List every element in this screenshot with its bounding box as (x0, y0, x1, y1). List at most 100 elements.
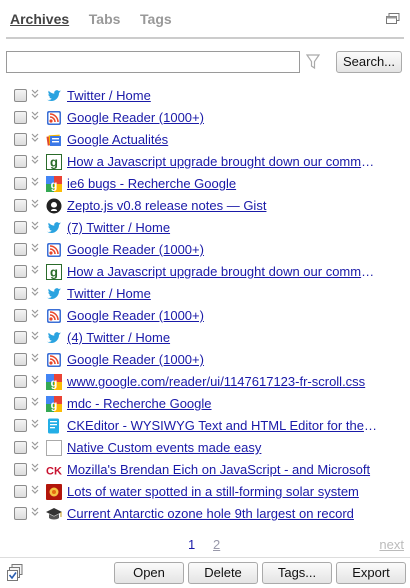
svg-text:g: g (51, 378, 58, 390)
expand-chevron-icon[interactable] (30, 462, 40, 474)
expand-chevron-icon[interactable] (30, 176, 40, 188)
page-2-link[interactable]: 2 (213, 537, 220, 552)
tab-bar: Archives Tabs Tags (10, 11, 402, 31)
item-link[interactable]: (7) Twitter / Home (67, 220, 379, 236)
popout-window-icon[interactable] (386, 13, 400, 25)
google-search-icon: g (46, 396, 62, 412)
delete-button[interactable]: Delete (188, 562, 258, 584)
item-link[interactable]: Mozilla's Brendan Eich on JavaScript - a… (67, 462, 379, 478)
item-link[interactable]: mdc - Recherche Google (67, 396, 379, 412)
item-checkbox[interactable] (14, 507, 27, 520)
expand-chevron-icon[interactable] (30, 440, 40, 452)
twitter-icon (46, 88, 62, 104)
item-link[interactable]: Google Reader (1000+) (67, 110, 379, 126)
tab-tags[interactable]: Tags (140, 11, 172, 27)
list-item: Twitter / Home (0, 283, 410, 305)
g-letter-icon: g (46, 154, 62, 170)
item-checkbox[interactable] (14, 397, 27, 410)
item-link[interactable]: Google Actualités (67, 132, 379, 148)
expand-chevron-icon[interactable] (30, 198, 40, 210)
filter-icon[interactable] (306, 54, 320, 70)
expand-chevron-icon[interactable] (30, 286, 40, 298)
item-checkbox[interactable] (14, 177, 27, 190)
item-link[interactable]: How a Javascript upgrade brought down ou… (67, 154, 379, 170)
expand-chevron-icon[interactable] (30, 220, 40, 232)
svg-text:g: g (50, 265, 58, 280)
item-checkbox[interactable] (14, 331, 27, 344)
item-checkbox[interactable] (14, 155, 27, 168)
graduation-cap-icon (46, 506, 62, 522)
item-link[interactable]: (4) Twitter / Home (67, 330, 379, 346)
google-reader-icon (46, 352, 62, 368)
item-link[interactable]: Zepto.js v0.8 release notes — Gist (67, 198, 379, 214)
item-link[interactable]: Twitter / Home (67, 286, 379, 302)
list-item: CKEditor - WYSIWYG Text and HTML Editor … (0, 415, 410, 437)
expand-chevron-icon[interactable] (30, 110, 40, 122)
item-checkbox[interactable] (14, 287, 27, 300)
search-input[interactable] (6, 51, 300, 73)
item-checkbox[interactable] (14, 309, 27, 322)
list-item: Google Reader (1000+) (0, 305, 410, 327)
item-link[interactable]: www.google.com/reader/ui/1147617123-fr-s… (67, 374, 379, 390)
google-reader-icon (46, 308, 62, 324)
footer-toolbar: Open Delete Tags... Export (0, 562, 410, 586)
export-button[interactable]: Export (336, 562, 406, 584)
list-item: Zepto.js v0.8 release notes — Gist (0, 195, 410, 217)
item-checkbox[interactable] (14, 89, 27, 102)
page-1-link[interactable]: 1 (188, 537, 195, 552)
expand-chevron-icon[interactable] (30, 396, 40, 408)
list-item: g How a Javascript upgrade brought down o… (0, 151, 410, 173)
expand-chevron-icon[interactable] (30, 418, 40, 430)
expand-chevron-icon[interactable] (30, 374, 40, 386)
expand-chevron-icon[interactable] (30, 330, 40, 342)
item-checkbox[interactable] (14, 133, 27, 146)
tab-tabs[interactable]: Tabs (89, 11, 121, 27)
item-link[interactable]: Google Reader (1000+) (67, 352, 379, 368)
expand-chevron-icon[interactable] (30, 88, 40, 100)
select-all-icon[interactable] (7, 564, 25, 582)
google-reader-icon (46, 242, 62, 258)
item-checkbox[interactable] (14, 463, 27, 476)
list-item: g mdc - Recherche Google (0, 393, 410, 415)
item-checkbox[interactable] (14, 199, 27, 212)
list-item: (7) Twitter / Home (0, 217, 410, 239)
expand-chevron-icon[interactable] (30, 264, 40, 276)
ckeditor-icon (46, 418, 62, 434)
item-checkbox[interactable] (14, 485, 27, 498)
item-checkbox[interactable] (14, 441, 27, 454)
expand-chevron-icon[interactable] (30, 484, 40, 496)
item-checkbox[interactable] (14, 419, 27, 432)
expand-chevron-icon[interactable] (30, 308, 40, 320)
item-checkbox[interactable] (14, 221, 27, 234)
google-news-icon (46, 132, 62, 148)
next-page-link[interactable]: next (379, 537, 404, 552)
expand-chevron-icon[interactable] (30, 242, 40, 254)
search-button[interactable]: Search... (336, 51, 402, 73)
tags-button[interactable]: Tags... (262, 562, 332, 584)
pagination: 1 2 next (0, 537, 410, 553)
item-checkbox[interactable] (14, 243, 27, 256)
item-link[interactable]: Google Reader (1000+) (67, 242, 379, 258)
item-link[interactable]: Twitter / Home (67, 88, 379, 104)
expand-chevron-icon[interactable] (30, 132, 40, 144)
item-link[interactable]: Current Antarctic ozone hole 9th largest… (67, 506, 379, 522)
item-link[interactable]: CKEditor - WYSIWYG Text and HTML Editor … (67, 418, 379, 434)
item-checkbox[interactable] (14, 111, 27, 124)
google-reader-icon (46, 110, 62, 126)
item-link[interactable]: Lots of water spotted in a still-forming… (67, 484, 379, 500)
list-item: Twitter / Home (0, 85, 410, 107)
item-link[interactable]: Native Custom events made easy (67, 440, 379, 456)
expand-chevron-icon[interactable] (30, 506, 40, 518)
list-item: (4) Twitter / Home (0, 327, 410, 349)
expand-chevron-icon[interactable] (30, 154, 40, 166)
item-link[interactable]: Google Reader (1000+) (67, 308, 379, 324)
tab-archives[interactable]: Archives (10, 11, 69, 27)
item-checkbox[interactable] (14, 375, 27, 388)
expand-chevron-icon[interactable] (30, 352, 40, 364)
item-checkbox[interactable] (14, 353, 27, 366)
item-link[interactable]: How a Javascript upgrade brought down ou… (67, 264, 379, 280)
g-letter-icon: g (46, 264, 62, 280)
open-button[interactable]: Open (114, 562, 184, 584)
item-checkbox[interactable] (14, 265, 27, 278)
item-link[interactable]: ie6 bugs - Recherche Google (67, 176, 379, 192)
